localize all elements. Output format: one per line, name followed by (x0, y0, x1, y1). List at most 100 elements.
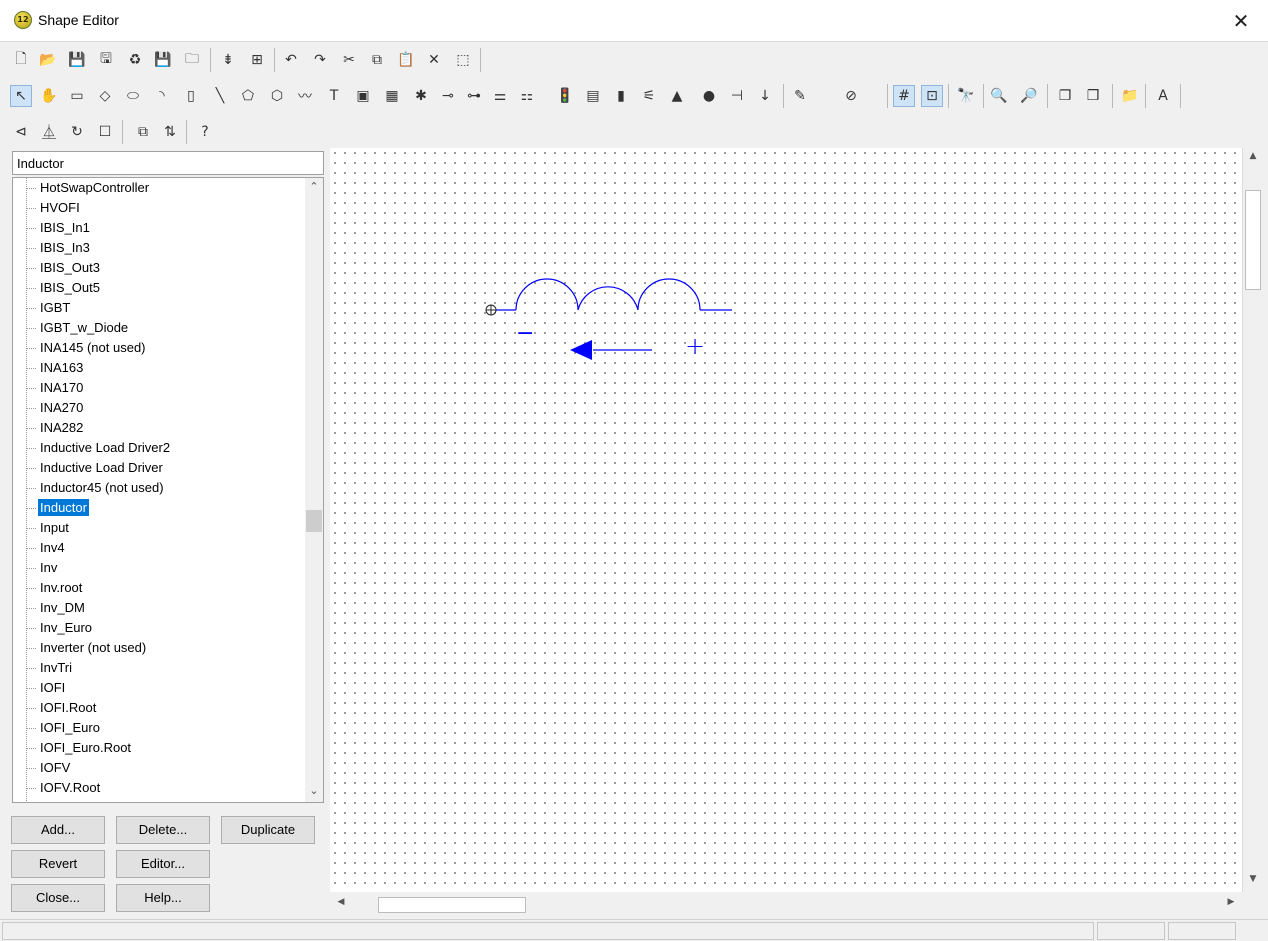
tree-item[interactable]: HotSwapController (26, 178, 151, 198)
duplicate-button[interactable]: Duplicate (221, 816, 315, 844)
revert-button[interactable]: Revert (11, 850, 105, 878)
tree-item[interactable]: IOFI (26, 678, 67, 698)
refresh-icon[interactable]: ♻ (124, 49, 146, 71)
delete-button[interactable]: Delete... (116, 816, 210, 844)
snap-icon[interactable]: ⊡ (921, 85, 943, 107)
tree-item[interactable]: Inv_Euro (26, 618, 94, 638)
properties-icon[interactable]: ⧉ (132, 121, 154, 143)
shape-name-input[interactable] (12, 151, 324, 175)
font-icon[interactable]: A (1152, 85, 1174, 107)
zoom-in-icon[interactable]: 🔎 (1018, 85, 1040, 107)
tree-scroll-down-icon[interactable]: ⌄ (305, 784, 323, 800)
sort-az-icon[interactable]: ⇅ (159, 121, 181, 143)
tree-item[interactable]: Inductor45 (not used) (26, 478, 166, 498)
help-icon[interactable]: ? (194, 121, 216, 143)
tree-item[interactable]: INA145 (not used) (26, 338, 148, 358)
zoom-out-icon[interactable]: 🔍 (988, 85, 1010, 107)
cut-icon[interactable]: ✂ (338, 49, 360, 71)
help-button[interactable]: Help... (116, 884, 210, 912)
binoculars-icon[interactable]: 🔭 (955, 85, 977, 107)
tree-item[interactable]: Input (26, 518, 71, 538)
record-icon[interactable]: ● (698, 85, 720, 107)
traffic-light-icon[interactable]: 🚦 (554, 85, 576, 107)
scroll-down-icon[interactable]: ▼ (1244, 874, 1262, 890)
scroll-up-icon[interactable]: ▲ (1244, 151, 1262, 167)
switch-icon[interactable]: ⊶ (463, 85, 485, 107)
paste-icon[interactable]: 📋 (395, 49, 417, 71)
horizontal-scroll-thumb[interactable] (378, 897, 526, 913)
diamond-icon[interactable]: ◇ (94, 85, 116, 107)
jumper-icon[interactable]: ⚌ (489, 85, 511, 107)
arc-icon[interactable]: ◝ (151, 85, 173, 107)
led-icon[interactable]: ▲ (666, 85, 688, 107)
send-back-icon[interactable]: ❒ (1082, 85, 1104, 107)
wave-icon[interactable]: 〰 (294, 85, 316, 107)
tree-item[interactable]: InvTri (26, 658, 74, 678)
pointer-icon[interactable]: ↖ (10, 85, 32, 107)
tree-item[interactable]: Inductive Load Driver (26, 458, 165, 478)
tree-item[interactable]: Inv4 (26, 538, 67, 558)
canvas-vertical-scrollbar[interactable]: ▲ ▼ (1242, 148, 1262, 892)
fill-color-icon[interactable]: ⊘ (840, 85, 862, 107)
checkbox-icon[interactable]: ☐ (94, 121, 116, 143)
scroll-right-icon[interactable]: ▶ (1222, 897, 1240, 913)
tree-item[interactable]: IOFI.Root (26, 698, 98, 718)
new-icon[interactable]: 🗋 (10, 49, 32, 71)
tree-item[interactable]: IBIS_In1 (26, 218, 92, 238)
battery-icon[interactable]: ▮ (610, 85, 632, 107)
close-icon[interactable]: ✕ (1228, 8, 1254, 34)
save-as-icon[interactable]: 🖫 (95, 49, 117, 71)
close-button[interactable]: Close... (11, 884, 105, 912)
add-button[interactable]: Add... (11, 816, 105, 844)
save-icon[interactable]: 💾 (66, 49, 88, 71)
tree-item[interactable]: INA170 (26, 378, 85, 398)
pen-color-icon[interactable]: ✎ (789, 85, 811, 107)
text-icon[interactable]: T (323, 85, 345, 107)
down-arrow-icon[interactable]: ↓ (754, 85, 776, 107)
select-region-icon[interactable]: ⬚ (452, 49, 474, 71)
vertical-scroll-thumb[interactable] (1245, 190, 1261, 290)
tree-item[interactable]: IBIS_In3 (26, 238, 92, 258)
tree-item[interactable]: IGBT (26, 298, 72, 318)
tree-item[interactable]: IOFV.Root (26, 778, 102, 798)
bracket-icon[interactable]: ▯ (180, 85, 202, 107)
scroll-left-icon[interactable]: ◀ (332, 897, 350, 913)
align-left-icon[interactable]: ⊲ (10, 121, 32, 143)
tree-item[interactable]: IGBT_w_Diode (26, 318, 130, 338)
display-icon[interactable]: ▤ (582, 85, 604, 107)
tree-scroll-thumb[interactable] (306, 510, 322, 532)
tree-item[interactable]: IOFV (26, 758, 72, 778)
dip-icon[interactable]: ⚏ (516, 85, 538, 107)
tree-item[interactable]: INA163 (26, 358, 85, 378)
tree-item[interactable]: Inv (26, 558, 59, 578)
bug-icon[interactable]: ✱ (410, 85, 432, 107)
tree-item[interactable]: INA270 (26, 398, 85, 418)
export-icon[interactable]: 🗀 (181, 49, 203, 71)
tree-item[interactable]: Inv_DM (26, 598, 87, 618)
tree-item[interactable]: Inductive Load Driver2 (26, 438, 172, 458)
editor-button[interactable]: Editor... (116, 850, 210, 878)
relay-icon[interactable]: ⚟ (638, 85, 660, 107)
tree-item[interactable]: IBIS_Out5 (26, 278, 102, 298)
bring-front-icon[interactable]: ❐ (1054, 85, 1076, 107)
chip-icon[interactable]: ▦ (381, 85, 403, 107)
insert-pin-icon[interactable]: ⇟ (217, 49, 239, 71)
polygon-icon[interactable]: ⬠ (237, 85, 259, 107)
inductor-shape[interactable]: − + (330, 148, 1242, 892)
ellipse-icon[interactable]: ⬭ (122, 85, 144, 107)
tree-item[interactable]: IOFI_Euro (26, 718, 102, 738)
tree-item[interactable]: IOFI_Euro.Root (26, 738, 133, 758)
rotate-icon[interactable]: ↻ (66, 121, 88, 143)
grid-icon[interactable]: # (893, 85, 915, 107)
image-icon[interactable]: ▣ (352, 85, 374, 107)
tree-item[interactable]: IBIS_Out3 (26, 258, 102, 278)
delete-icon[interactable]: ✕ (423, 49, 445, 71)
canvas-horizontal-scrollbar[interactable]: ◀ ▶ (330, 894, 1242, 916)
flip-icon[interactable]: ⏅ (38, 121, 60, 143)
line-icon[interactable]: ╲ (209, 85, 231, 107)
insert-group-icon[interactable]: ⊞ (246, 49, 268, 71)
copy-icon[interactable]: ⧉ (366, 49, 388, 71)
tree-item[interactable]: INA282 (26, 418, 85, 438)
pan-hand-icon[interactable]: ✋ (38, 85, 60, 107)
folder-icon[interactable]: 📁 (1119, 85, 1141, 107)
